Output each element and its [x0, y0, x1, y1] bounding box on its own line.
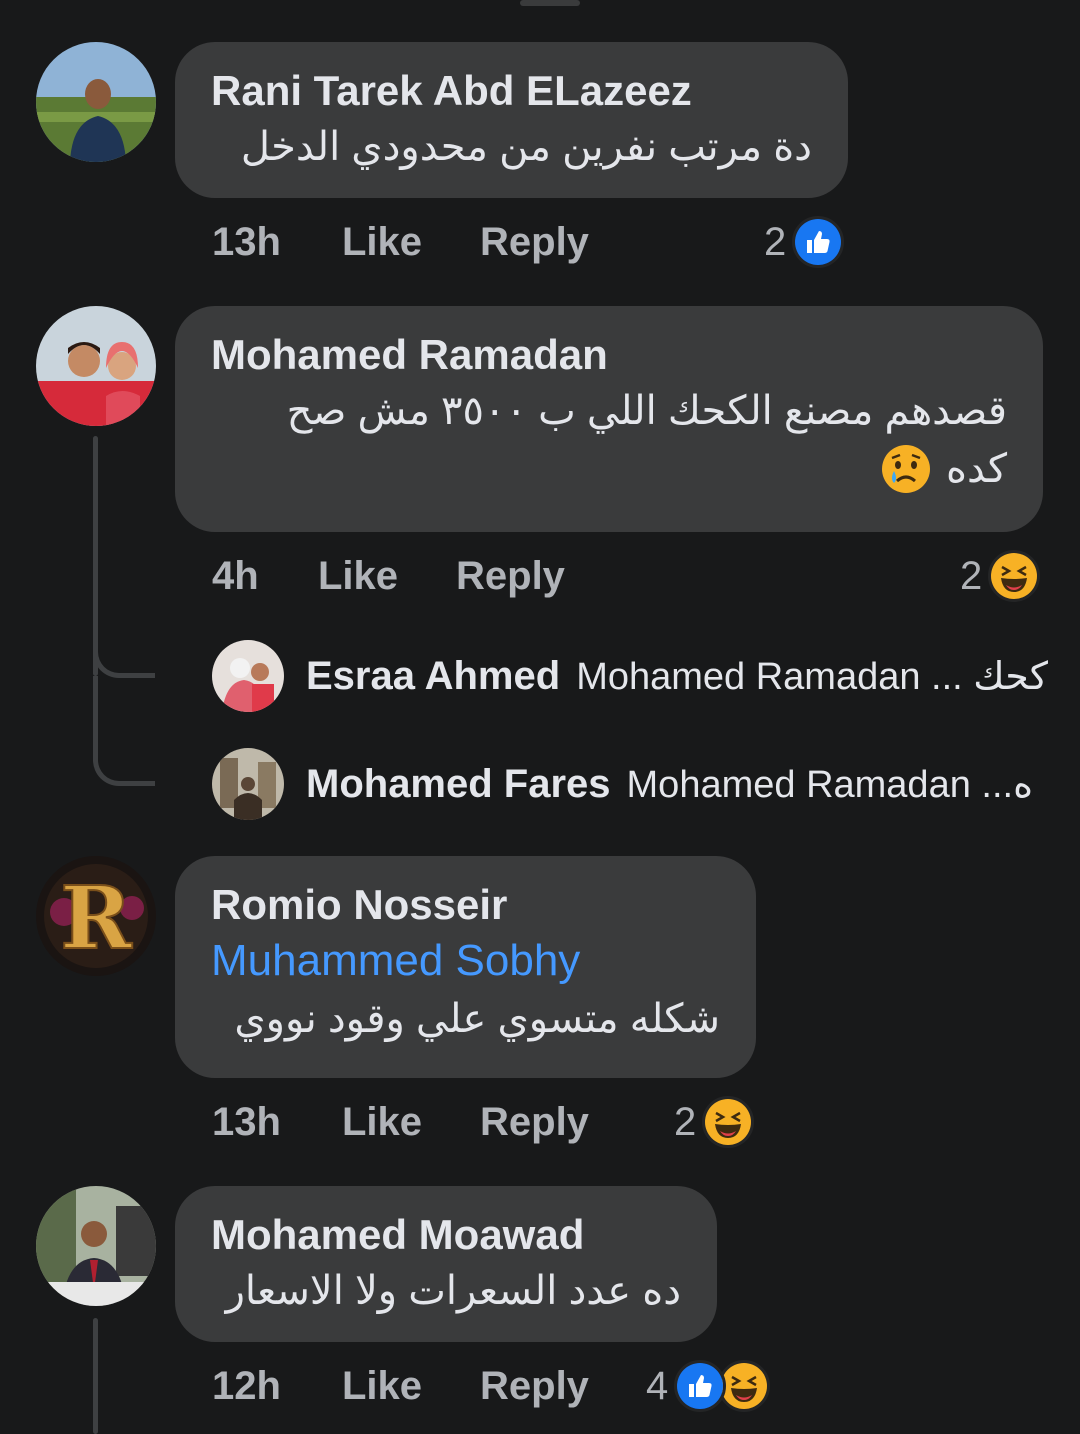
- comment-bubble-4: Mohamed Moawad ده عدد السعرات ولا الاسعا…: [175, 1186, 717, 1342]
- comment-text-line: قصدهم مصنع الكحك اللي ب ٣٥٠٠ مش صح: [286, 389, 1007, 433]
- svg-text:R: R: [60, 868, 132, 969]
- reaction-count: 2: [674, 1099, 697, 1144]
- reply-button[interactable]: Reply: [480, 1094, 589, 1150]
- comment-actions-2: 4h Like Reply: [212, 548, 612, 604]
- avatar-photo-office: [36, 1186, 156, 1306]
- comment-bubble-1: Rani Tarek Abd ELazeez دة مرتب نفرين من …: [175, 42, 848, 198]
- reaction-summary-2[interactable]: 2: [960, 548, 1041, 604]
- avatar-mohamed-moawad[interactable]: [36, 1186, 156, 1306]
- reply-button[interactable]: Reply: [480, 214, 589, 270]
- comment-author[interactable]: Mohamed Moawad: [211, 1208, 681, 1262]
- previous-comment-stub: [520, 0, 580, 6]
- thread-connector: [93, 676, 155, 786]
- comment-actions-1: 13h Like Reply: [212, 214, 612, 270]
- reply-author[interactable]: Mohamed Fares: [306, 762, 611, 807]
- avatar-photo-couple: [36, 306, 156, 426]
- reply-snippet: Mohamed Ramadan ...ه: [626, 763, 1033, 806]
- comment-bubble-2: Mohamed Ramadan قصدهم مصنع الكحك اللي ب …: [175, 306, 1043, 532]
- reply-snippet: Mohamed Ramadan ... كحك: [576, 655, 1048, 698]
- reaction-count: 2: [764, 219, 787, 264]
- comment-time[interactable]: 13h: [212, 214, 281, 270]
- comment-text: شكله متسوي علي وقود نووي: [234, 997, 720, 1041]
- reply-preview[interactable]: Mohamed Fares Mohamed Ramadan ...ه: [212, 748, 1033, 820]
- haha-icon: [702, 1096, 755, 1148]
- like-icon: [792, 216, 845, 268]
- comment-bubble-3: Romio Nosseir Muhammed Sobhy شكله متسوي …: [175, 856, 756, 1078]
- avatar-romio[interactable]: R: [36, 856, 156, 976]
- reply-preview[interactable]: Esraa Ahmed Mohamed Ramadan ... كحك: [212, 640, 1048, 712]
- comment-time[interactable]: 12h: [212, 1358, 281, 1414]
- comment-text-line-2: كده: [211, 440, 1007, 498]
- like-button[interactable]: Like: [342, 214, 422, 270]
- avatar-mohamed-fares[interactable]: [212, 748, 284, 820]
- crying-face-icon: [880, 443, 932, 495]
- reaction-count: 2: [960, 553, 983, 598]
- thread-line: [93, 1318, 98, 1434]
- comment-time[interactable]: 4h: [212, 548, 259, 604]
- like-button[interactable]: Like: [342, 1358, 422, 1414]
- avatar-photo-field: [36, 42, 156, 162]
- haha-icon: [988, 550, 1041, 602]
- reaction-summary-3[interactable]: 2: [674, 1094, 755, 1150]
- reply-button[interactable]: Reply: [456, 548, 565, 604]
- reaction-summary-4[interactable]: 4: [646, 1358, 771, 1414]
- mention-link[interactable]: Muhammed Sobhy: [211, 932, 720, 990]
- avatar-rani[interactable]: [36, 42, 156, 162]
- comment-time[interactable]: 13h: [212, 1094, 281, 1150]
- comment-actions-3: 13h Like Reply: [212, 1094, 612, 1150]
- avatar-mohamed-ramadan[interactable]: [36, 306, 156, 426]
- avatar-esraa[interactable]: [212, 640, 284, 712]
- comment-author[interactable]: Mohamed Ramadan: [211, 328, 1007, 382]
- comment-text: كده: [946, 447, 1007, 491]
- comment-text: ده عدد السعرات ولا الاسعار: [225, 1269, 681, 1313]
- haha-icon: [718, 1360, 771, 1412]
- like-icon: [674, 1360, 727, 1412]
- reaction-count: 4: [646, 1363, 669, 1408]
- reply-button[interactable]: Reply: [480, 1358, 589, 1414]
- like-button[interactable]: Like: [318, 548, 398, 604]
- comment-author[interactable]: Rani Tarek Abd ELazeez: [211, 64, 812, 118]
- thread-connector: [93, 630, 155, 678]
- comment-actions-4: 12h Like Reply: [212, 1358, 612, 1414]
- reply-author[interactable]: Esraa Ahmed: [306, 654, 560, 699]
- reaction-summary-1[interactable]: 2: [764, 214, 845, 270]
- comment-text: دة مرتب نفرين من محدودي الدخل: [240, 125, 812, 169]
- comment-author[interactable]: Romio Nosseir: [211, 878, 720, 932]
- like-button[interactable]: Like: [342, 1094, 422, 1150]
- avatar-letter-r-logo: R: [36, 856, 156, 976]
